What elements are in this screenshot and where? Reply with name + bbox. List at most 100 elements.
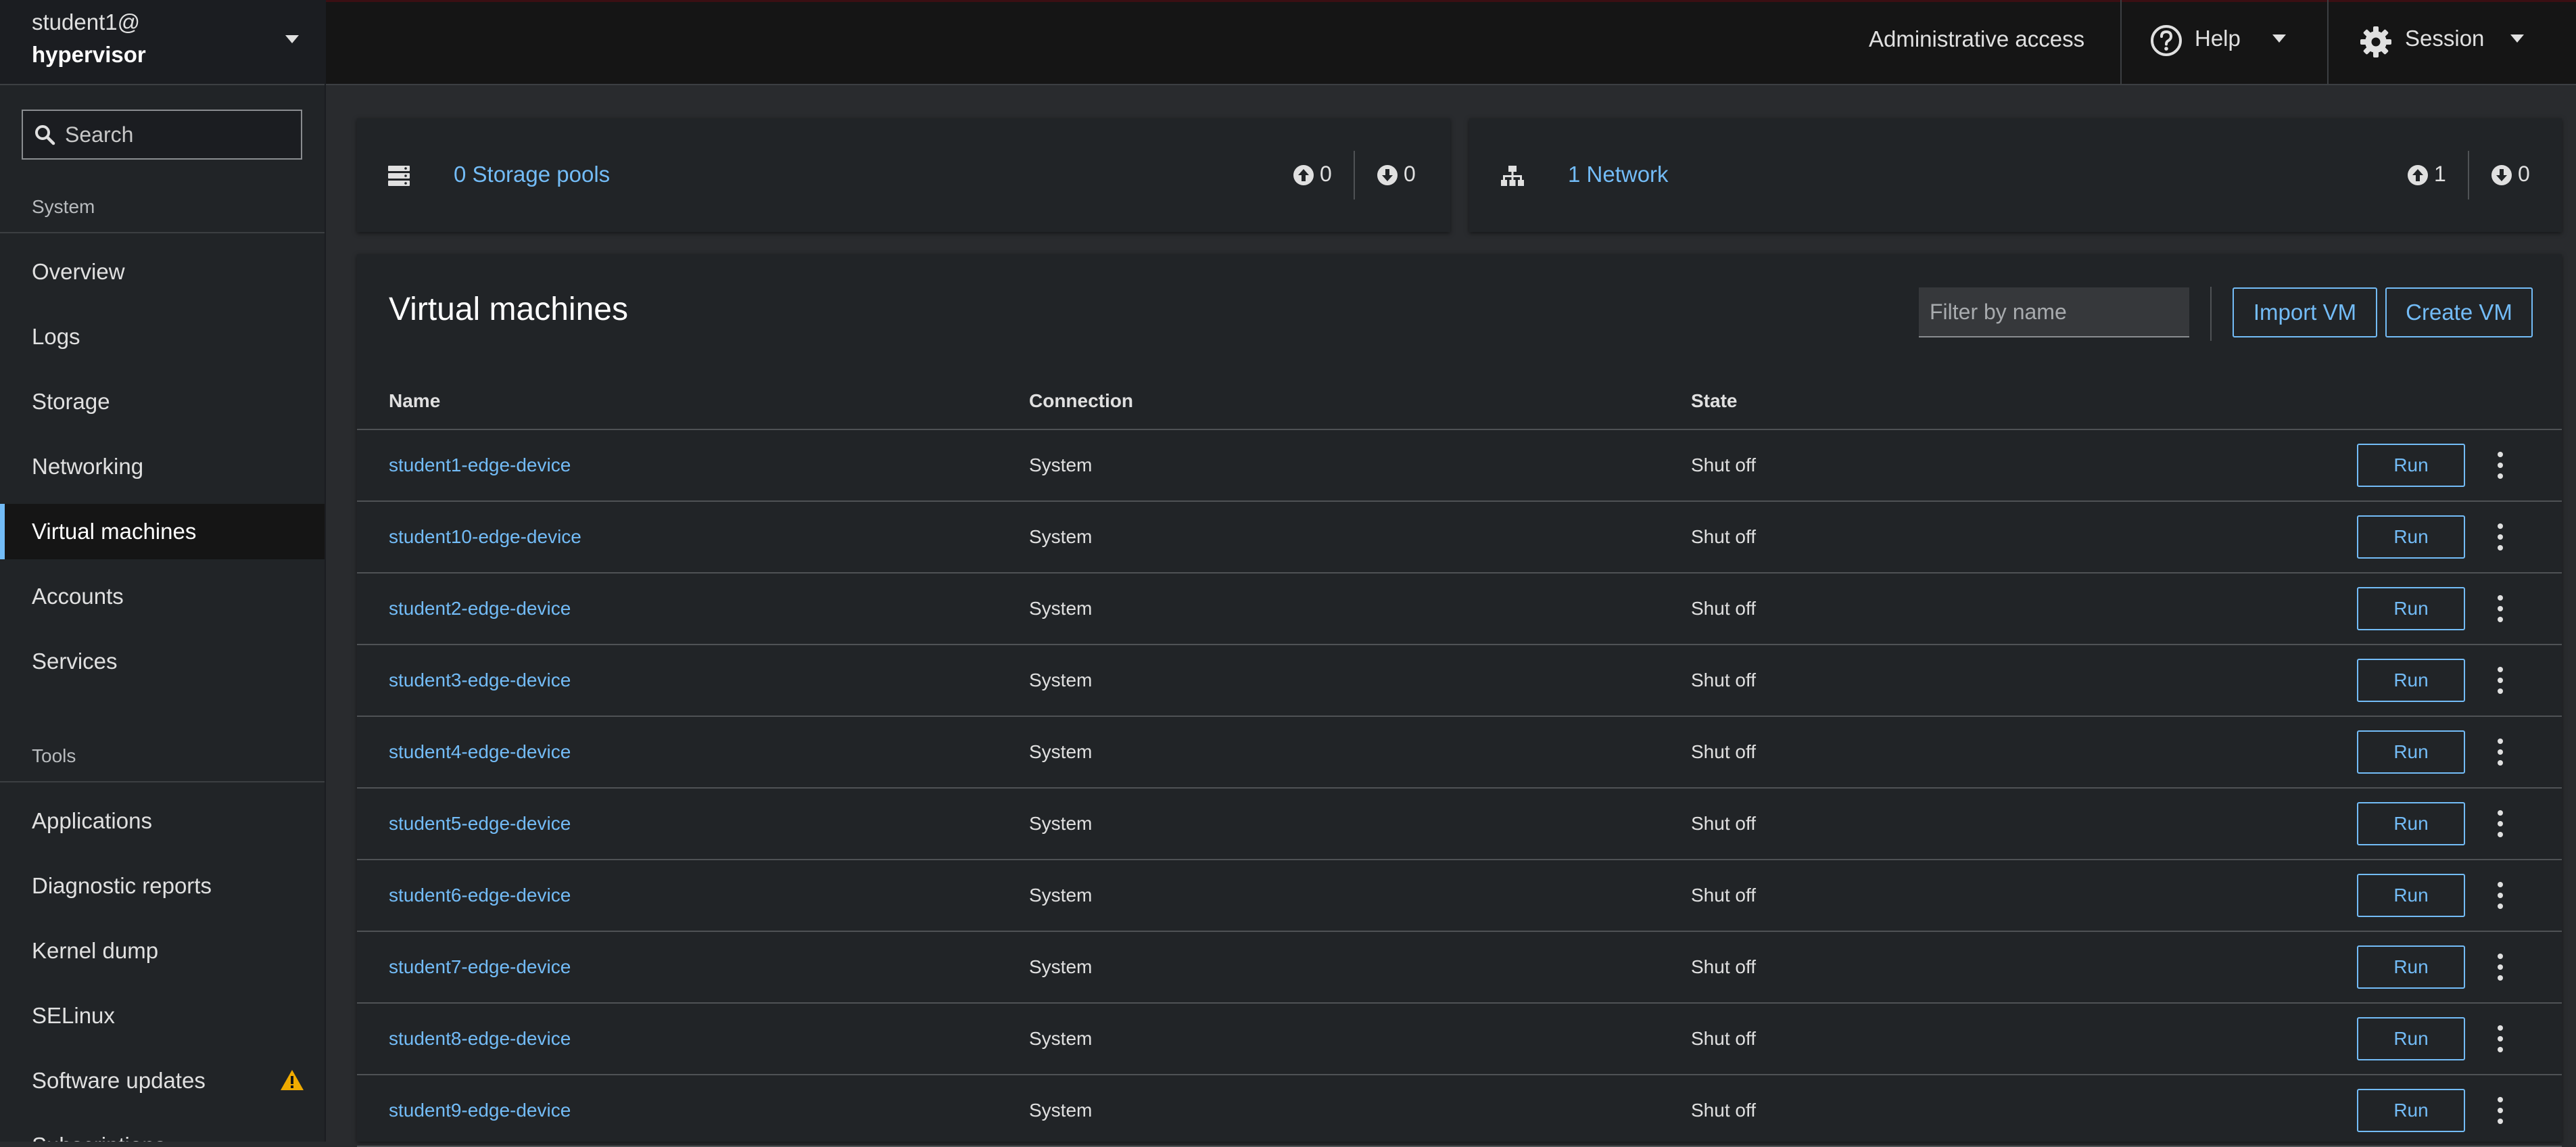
caret-down-icon [285, 35, 299, 43]
vm-name-link[interactable]: student7-edge-device [389, 932, 571, 1002]
storage-pools-link[interactable]: 0 Storage pools [454, 162, 610, 187]
vm-state: Shut off [1691, 598, 1757, 619]
create-vm-button[interactable]: Create VM [2385, 287, 2533, 337]
nav-item-services[interactable]: Services [0, 634, 325, 689]
table-header: Name Connection State [357, 372, 2562, 430]
kebab-menu-icon[interactable] [2492, 1096, 2508, 1125]
search-box [22, 110, 302, 160]
run-button[interactable]: Run [2357, 874, 2465, 917]
storage-pools-inactive-count: 0 [1404, 162, 1416, 186]
filter-by-name-input[interactable] [1919, 287, 2189, 337]
nav-item-applications[interactable]: Applications [0, 793, 325, 849]
vm-state: Shut off [1691, 670, 1757, 690]
column-header-name[interactable]: Name [389, 372, 440, 430]
vm-name-link[interactable]: student1-edge-device [389, 430, 571, 500]
kebab-menu-icon[interactable] [2492, 450, 2508, 480]
search-input[interactable] [65, 111, 295, 158]
page-title: Virtual machines [389, 291, 628, 327]
run-button[interactable]: Run [2357, 1089, 2465, 1132]
nav-item-label: Software updates [32, 1068, 206, 1093]
network-icon [1501, 166, 1524, 186]
arrow-circle-down-icon [2491, 165, 2512, 185]
nav-divider [0, 232, 325, 233]
table-row: student9-edge-device System Shut off Run [357, 1075, 2562, 1147]
kebab-menu-icon[interactable] [2492, 881, 2508, 910]
sidebar: student1@ hypervisor System Overview Log… [0, 0, 326, 1142]
nav-item-networking[interactable]: Networking [0, 439, 325, 494]
stat-divider [1354, 151, 1355, 200]
nav-item-accounts[interactable]: Accounts [0, 569, 325, 624]
session-label: Session [2405, 26, 2485, 51]
vm-name-link[interactable]: student3-edge-device [389, 645, 571, 716]
vm-name-link[interactable]: student6-edge-device [389, 860, 571, 931]
nav-item-kernel-dump[interactable]: Kernel dump [0, 923, 325, 979]
kebab-menu-icon[interactable] [2492, 665, 2508, 695]
kebab-menu-icon[interactable] [2492, 809, 2508, 839]
vm-state: Shut off [1691, 526, 1757, 547]
nav-item-overview[interactable]: Overview [0, 244, 325, 300]
administrative-access-button[interactable]: Administrative access [1869, 0, 2084, 84]
networks-card: 1 Network 1 0 [1469, 118, 2562, 232]
vm-connection: System [1029, 526, 1093, 547]
stat-divider [2468, 151, 2469, 200]
run-button[interactable]: Run [2357, 1017, 2465, 1060]
networks-link[interactable]: 1 Network [1568, 162, 1669, 187]
column-header-state[interactable]: State [1691, 372, 1737, 430]
vm-name-link[interactable]: student10-edge-device [389, 502, 581, 572]
nav-section-system: System [32, 196, 95, 217]
nav-section-tools: Tools [32, 745, 76, 766]
vm-name-link[interactable]: student9-edge-device [389, 1075, 571, 1146]
vm-connection: System [1029, 741, 1093, 762]
kebab-menu-icon[interactable] [2492, 952, 2508, 982]
virtual-machines-panel: Virtual machines Import VM Create VM Nam… [357, 254, 2562, 1147]
vm-connection: System [1029, 1028, 1093, 1049]
vm-name-link[interactable]: student5-edge-device [389, 789, 571, 859]
import-vm-button[interactable]: Import VM [2233, 287, 2377, 337]
help-menu[interactable]: Help [2122, 0, 2327, 84]
table-row: student2-edge-device System Shut off Run [357, 574, 2562, 645]
vm-connection: System [1029, 598, 1093, 619]
table-row: student5-edge-device System Shut off Run [357, 789, 2562, 860]
host-switcher[interactable]: student1@ hypervisor [0, 0, 325, 85]
table-row: student3-edge-device System Shut off Run [357, 645, 2562, 717]
help-label: Help [2195, 26, 2241, 51]
kebab-menu-icon[interactable] [2492, 594, 2508, 624]
vm-name-link[interactable]: student4-edge-device [389, 717, 571, 787]
vm-connection: System [1029, 1100, 1093, 1121]
column-header-connection[interactable]: Connection [1029, 372, 1133, 430]
nav-item-subscriptions[interactable]: Subscriptions [0, 1118, 325, 1142]
run-button[interactable]: Run [2357, 730, 2465, 774]
vm-connection: System [1029, 670, 1093, 690]
storage-pools-active-count: 0 [1320, 162, 1332, 186]
vm-connection: System [1029, 813, 1093, 834]
gear-icon [2360, 26, 2391, 57]
run-button[interactable]: Run [2357, 659, 2465, 702]
storage-pools-card: 0 Storage pools 0 0 [357, 118, 1450, 232]
nav-item-diagnostic-reports[interactable]: Diagnostic reports [0, 858, 325, 914]
vm-state: Shut off [1691, 1100, 1757, 1121]
table-row: student4-edge-device System Shut off Run [357, 717, 2562, 789]
nav-item-logs[interactable]: Logs [0, 309, 325, 365]
caret-down-icon [2272, 34, 2286, 43]
kebab-menu-icon[interactable] [2492, 1024, 2508, 1054]
vm-name-link[interactable]: student8-edge-device [389, 1004, 571, 1074]
run-button[interactable]: Run [2357, 444, 2465, 487]
networks-inactive-count: 0 [2518, 162, 2530, 186]
nav-item-software-updates[interactable]: Software updates [0, 1053, 325, 1108]
kebab-menu-icon[interactable] [2492, 522, 2508, 552]
arrow-circle-up-icon [1293, 165, 1314, 185]
run-button[interactable]: Run [2357, 515, 2465, 559]
vm-name-link[interactable]: student2-edge-device [389, 574, 571, 644]
masthead: Administrative access Help Session [326, 0, 2576, 85]
session-menu[interactable]: Session [2329, 0, 2576, 84]
kebab-menu-icon[interactable] [2492, 737, 2508, 767]
nav-item-storage[interactable]: Storage [0, 374, 325, 429]
run-button[interactable]: Run [2357, 945, 2465, 989]
nav-item-selinux[interactable]: SELinux [0, 988, 325, 1044]
storage-pools-icon [388, 166, 410, 186]
arrow-circle-down-icon [1377, 165, 1398, 185]
vm-connection: System [1029, 956, 1093, 977]
run-button[interactable]: Run [2357, 587, 2465, 630]
nav-item-virtual-machines[interactable]: Virtual machines [0, 504, 325, 559]
run-button[interactable]: Run [2357, 802, 2465, 845]
